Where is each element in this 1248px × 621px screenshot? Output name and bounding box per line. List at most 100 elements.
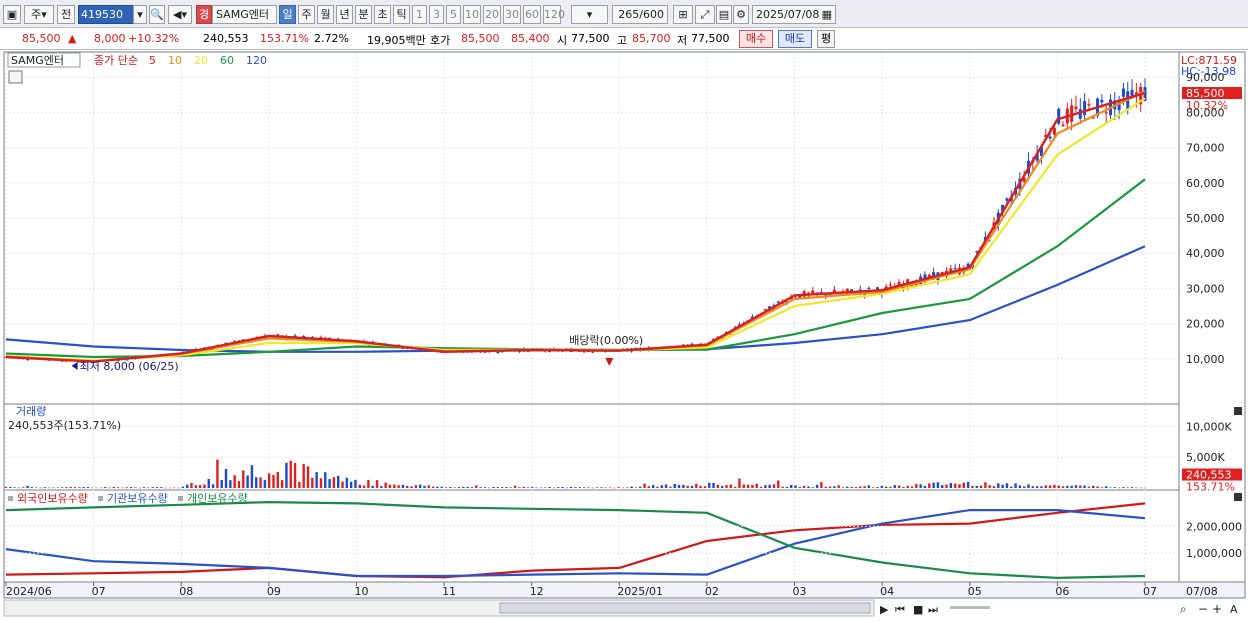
volume-bar xyxy=(764,485,767,488)
save-icon[interactable]: ▤ xyxy=(716,5,732,24)
speed-slider[interactable] xyxy=(950,606,990,609)
volume-bar xyxy=(4,486,8,488)
play-last-icon[interactable]: ⏭ xyxy=(928,603,938,616)
window-menu-icon[interactable]: ▣ xyxy=(3,5,21,24)
period-tab-5[interactable]: 초 xyxy=(374,5,391,24)
volume-bar xyxy=(242,470,245,488)
zoom-out-icon[interactable]: − xyxy=(1198,602,1208,616)
prev-button[interactable]: 전 xyxy=(57,5,75,24)
holdings-legend-2: 개인보유수량 xyxy=(187,492,248,505)
period-tab-0[interactable]: 일 xyxy=(279,5,296,24)
period-tab-4[interactable]: 분 xyxy=(355,5,372,24)
period-tab-6[interactable]: 틱 xyxy=(393,5,410,24)
gear-icon[interactable]: ⚙ xyxy=(733,5,749,24)
volume-close-icon[interactable] xyxy=(1234,407,1242,415)
volume-bar xyxy=(444,487,448,488)
sell-button[interactable]: 매도 xyxy=(778,30,812,48)
volume-bar xyxy=(677,484,681,488)
candle-body xyxy=(1061,124,1065,127)
volume-bar xyxy=(1135,487,1138,489)
volume-bar xyxy=(47,487,51,489)
volume-bar xyxy=(841,487,845,488)
volume-bar xyxy=(509,487,512,488)
volume-bar xyxy=(354,479,357,488)
buy-button[interactable]: 매수 xyxy=(739,30,773,48)
holdings-y-tick: 2,000,000 xyxy=(1186,520,1242,533)
scroll-right-icon[interactable]: ▶ xyxy=(880,603,889,616)
drawing-tool-icon[interactable]: ⤢ xyxy=(695,5,715,24)
volume-bar xyxy=(518,487,521,488)
volume-bar xyxy=(569,486,573,488)
period-tab-3[interactable]: 년 xyxy=(336,5,353,24)
ma-legend-10: 10 xyxy=(168,54,182,67)
play-first-icon[interactable]: ⏮ xyxy=(895,603,905,616)
volume-bar xyxy=(708,482,711,488)
volume-bar xyxy=(56,487,59,489)
sound-icon[interactable]: ◀▾ xyxy=(168,5,192,24)
volume-bar xyxy=(535,487,538,489)
volume-bar xyxy=(673,484,676,488)
volume-bar xyxy=(440,486,443,488)
volume-bar xyxy=(716,484,720,488)
volume-bar xyxy=(837,485,840,488)
stock-code-input[interactable]: 419530 xyxy=(78,5,136,24)
volume-bar xyxy=(69,486,72,488)
price-change: 8,000 xyxy=(94,32,126,45)
grid-toggle-icon[interactable] xyxy=(8,70,23,84)
holdings-close-icon[interactable] xyxy=(1234,493,1242,501)
volume-bar xyxy=(26,485,29,488)
volume-bar xyxy=(997,483,1000,488)
volume-bar xyxy=(492,487,495,488)
interval-button-3[interactable]: 10 xyxy=(463,5,481,24)
font-size-icon[interactable]: A xyxy=(1230,603,1238,616)
volume-bar xyxy=(388,484,392,488)
avg-button[interactable]: 평 xyxy=(817,30,835,48)
volume-bar xyxy=(1109,487,1112,489)
interval-button-5[interactable]: 30 xyxy=(503,5,521,24)
calendar-icon[interactable]: ▦ xyxy=(822,6,832,23)
bid-price: 85,400 xyxy=(511,32,550,45)
volume-bar xyxy=(423,485,426,488)
volume-bar xyxy=(1031,486,1035,488)
search-icon[interactable]: 🔍 xyxy=(149,5,165,24)
type-select[interactable]: 주▾ xyxy=(24,5,54,24)
code-dropdown-icon[interactable]: ▾ xyxy=(133,5,147,24)
period-tab-1[interactable]: 주 xyxy=(298,5,315,24)
scroll-thumb[interactable] xyxy=(499,602,871,614)
volume-bar xyxy=(928,483,931,488)
interval-button-0[interactable]: 1 xyxy=(412,5,427,24)
volume-bar xyxy=(772,484,776,488)
period-tab-2[interactable]: 월 xyxy=(317,5,334,24)
interval-button-2[interactable]: 5 xyxy=(446,5,461,24)
volume-bar xyxy=(613,487,616,489)
warning-badge: 경 xyxy=(196,5,212,24)
volume-bar xyxy=(449,486,452,488)
stop-icon[interactable]: ■ xyxy=(913,603,923,616)
volume-bar xyxy=(418,484,422,488)
x-axis-label: 04 xyxy=(880,585,894,598)
interval-button-4[interactable]: 20 xyxy=(483,5,501,24)
volume-bar xyxy=(884,486,888,488)
volume-bar xyxy=(332,477,336,488)
interval-button-7[interactable]: 120 xyxy=(543,5,565,24)
volume-bar xyxy=(190,482,193,488)
volume-bar xyxy=(906,485,909,488)
zoom-search-icon[interactable]: ⌕ xyxy=(1180,602,1187,616)
interval-custom-select[interactable]: ▾ xyxy=(571,5,608,24)
candle-body xyxy=(1130,89,1134,96)
volume-bar xyxy=(160,487,163,488)
candle-icon[interactable]: ⊞ xyxy=(673,5,693,24)
zoom-in-icon[interactable]: + xyxy=(1212,602,1222,616)
volume-bar xyxy=(863,486,866,488)
interval-button-6[interactable]: 60 xyxy=(523,5,541,24)
volume-bar xyxy=(9,486,12,488)
trade-amount: 19,905백만 xyxy=(367,34,426,47)
volume-bar xyxy=(811,487,814,488)
volume-bar xyxy=(781,486,784,488)
interval-button-1[interactable]: 3 xyxy=(429,5,444,24)
volume-bar xyxy=(759,486,763,488)
count-input[interactable]: 265/600 xyxy=(612,5,668,24)
ma-legend-20: 20 xyxy=(194,54,208,67)
stock-chart-svg[interactable]: 최고 99,400 (06/25)최저 8,000 (06/25)배당락(0.0… xyxy=(0,36,1248,621)
date-input[interactable]: 2025/07/08 ▦ xyxy=(752,5,836,24)
